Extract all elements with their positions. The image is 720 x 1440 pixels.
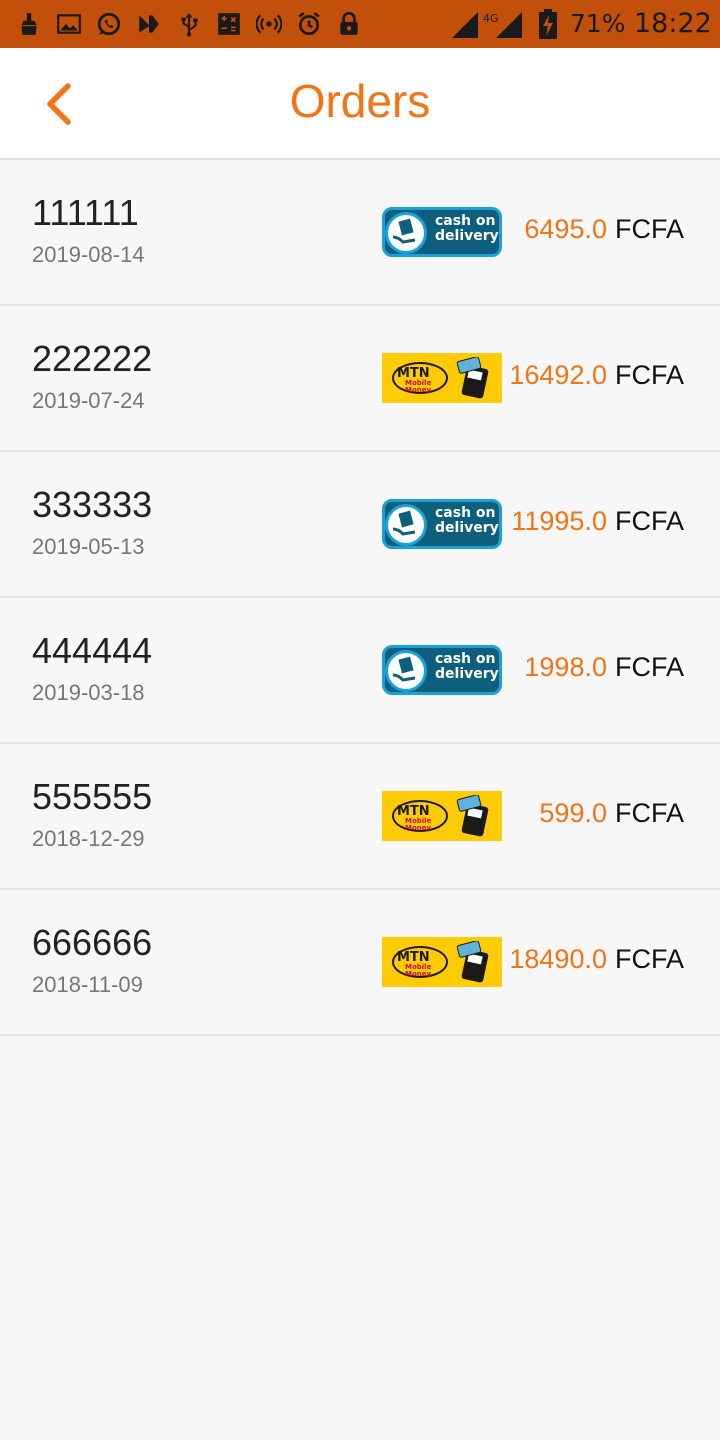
mtn-line2: Money (405, 970, 432, 978)
battery-percent: 71% (570, 9, 626, 38)
cash-on-delivery-badge: cash on delivery (382, 645, 502, 695)
cash-on-delivery-badge: cash on delivery (382, 207, 502, 257)
order-row[interactable]: 333333 2019-05-13 cash on delivery 11995.… (0, 452, 720, 598)
amount-currency: FCFA (614, 944, 684, 974)
payment-badge: cash on delivery (382, 207, 502, 257)
order-date: 2019-05-13 (32, 534, 145, 559)
payment-badge: cash on delivery (382, 645, 502, 695)
mtn-line2: Money (405, 824, 432, 832)
order-amount: 11995.0 FCFA (511, 506, 684, 537)
cash-on-delivery-badge: cash on delivery (382, 499, 502, 549)
order-id: 444444 (32, 630, 153, 671)
n-icon (136, 11, 162, 37)
mtn-sub: Mobile Money (405, 380, 431, 394)
cod-line2: delivery (435, 228, 499, 244)
order-date: 2019-03-18 (32, 680, 145, 705)
hand-cash-icon (385, 212, 427, 254)
status-bar: 4G 71% 18:22 (0, 0, 720, 48)
mtn-mobile-money-badge: MTN Mobile Money (382, 791, 502, 841)
amount-value: 1998.0 (524, 652, 607, 682)
signal-icon: 4G (452, 12, 522, 38)
amount-currency: FCFA (614, 214, 684, 244)
cod-line2: delivery (435, 666, 499, 682)
notification-icons (16, 6, 362, 42)
gallery-icon (56, 11, 82, 37)
amount-value: 11995.0 (511, 506, 607, 536)
order-row[interactable]: 111111 2019-08-14 cash on delivery 6495.0… (0, 160, 720, 306)
phone-money-icon (456, 357, 489, 399)
mtn-sub: Mobile Money (405, 818, 431, 832)
lock-icon (336, 11, 362, 37)
battery-charging-icon (539, 9, 557, 39)
order-amount: 16492.0 FCFA (509, 360, 684, 391)
payment-badge: MTN Mobile Money (382, 791, 502, 841)
whatsapp-icon (96, 11, 122, 37)
cod-line1: cash on (435, 651, 496, 667)
phone-money-icon (456, 795, 489, 837)
payment-badge: MTN Mobile Money (382, 353, 502, 403)
usb-icon (176, 11, 202, 37)
order-date: 2019-08-14 (32, 242, 145, 267)
mtn-line2: Money (405, 386, 432, 394)
order-amount: 18490.0 FCFA (509, 944, 684, 975)
hotspot-icon (256, 11, 282, 37)
cod-line2: delivery (435, 520, 499, 536)
amount-value: 599.0 (539, 798, 607, 828)
amount-currency: FCFA (614, 798, 684, 828)
order-amount: 599.0 FCFA (539, 798, 684, 829)
amount-value: 18490.0 (509, 944, 607, 974)
cod-line1: cash on (435, 505, 496, 521)
cod-text: cash on delivery (435, 652, 499, 682)
order-id: 111111 (32, 192, 139, 233)
calculator-icon (216, 11, 242, 37)
order-date: 2019-07-24 (32, 388, 145, 413)
page-title: Orders (289, 75, 431, 127)
order-row[interactable]: 222222 2019-07-24 MTN Mobile Money 16492.0… (0, 306, 720, 452)
mtn-mobile-money-badge: MTN Mobile Money (382, 937, 502, 987)
order-list: 111111 2019-08-14 cash on delivery 6495.0… (0, 160, 720, 1036)
amount-currency: FCFA (614, 360, 684, 390)
order-row[interactable]: 555555 2018-12-29 MTN Mobile Money 599.0 FC… (0, 744, 720, 890)
order-row[interactable]: 444444 2019-03-18 cash on delivery 1998.0… (0, 598, 720, 744)
order-date: 2018-12-29 (32, 826, 145, 851)
amount-value: 6495.0 (524, 214, 607, 244)
amount-value: 16492.0 (509, 360, 607, 390)
order-row[interactable]: 666666 2018-11-09 MTN Mobile Money 18490.0… (0, 890, 720, 1036)
hand-cash-icon (385, 504, 427, 546)
network-type-label: 4G (483, 12, 499, 25)
amount-currency: FCFA (614, 506, 684, 536)
payment-badge: cash on delivery (382, 499, 502, 549)
clock: 18:22 (634, 8, 712, 39)
order-id: 555555 (32, 776, 153, 817)
hand-cash-icon (385, 650, 427, 692)
cod-text: cash on delivery (435, 506, 499, 536)
phone-money-icon (456, 941, 489, 983)
order-amount: 1998.0 FCFA (524, 652, 684, 683)
app-bar: Orders (0, 48, 720, 160)
alarm-icon (296, 11, 322, 37)
amount-currency: FCFA (614, 652, 684, 682)
mtn-sub: Mobile Money (405, 964, 431, 978)
order-id: 222222 (32, 338, 153, 379)
cleaner-icon (16, 11, 42, 37)
order-id: 666666 (32, 922, 153, 963)
order-date: 2018-11-09 (32, 972, 143, 997)
mtn-mobile-money-badge: MTN Mobile Money (382, 353, 502, 403)
order-id: 333333 (32, 484, 153, 525)
cod-text: cash on delivery (435, 214, 499, 244)
order-amount: 6495.0 FCFA (524, 214, 684, 245)
cod-line1: cash on (435, 213, 496, 229)
payment-badge: MTN Mobile Money (382, 937, 502, 987)
